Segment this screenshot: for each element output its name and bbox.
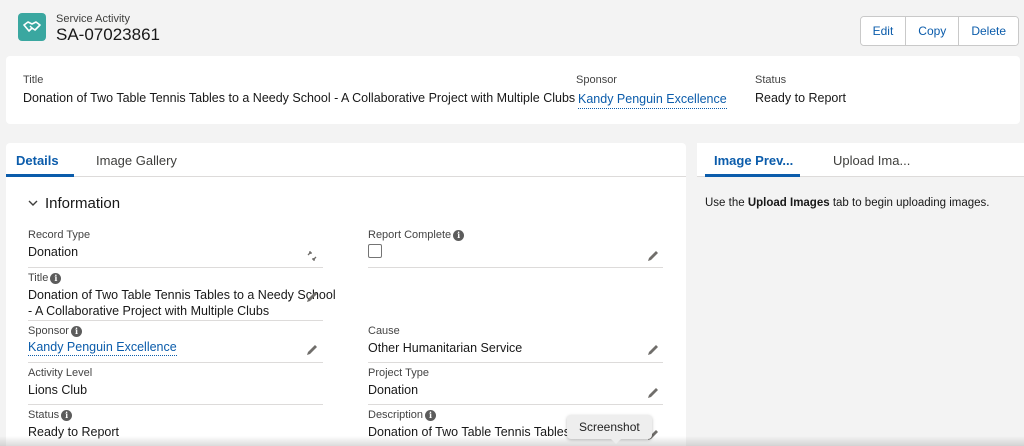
bottom-shadow xyxy=(0,436,1024,446)
highlight-title-label: Title xyxy=(23,74,44,86)
field-activity-level: Activity Level Lions Club xyxy=(28,367,92,398)
field-value: Other Humanitarian Service xyxy=(368,341,523,355)
field-label: Record Type xyxy=(28,229,91,241)
field-label: Status i xyxy=(28,409,119,421)
highlight-status-label: Status xyxy=(755,74,787,86)
details-tabs: Details Image Gallery xyxy=(6,143,686,177)
delete-button[interactable]: Delete xyxy=(959,17,1018,45)
section-title: Information xyxy=(45,195,121,212)
info-icon[interactable]: i xyxy=(50,272,62,284)
highlight-title-value: Donation of Two Table Tennis Tables to a… xyxy=(23,91,576,105)
field-record-type: Record Type Donation xyxy=(28,229,90,260)
tooltip-arrow xyxy=(610,438,622,444)
field-report-complete: Report Complete i xyxy=(368,229,465,258)
tab-image-preview[interactable]: Image Prev... xyxy=(714,153,793,168)
field-title: Title i Donation of Two Table Tennis Tab… xyxy=(28,272,336,319)
info-icon[interactable]: i xyxy=(61,409,73,421)
field-divider xyxy=(368,362,663,363)
hint-suffix: tab to begin uploading images. xyxy=(829,197,990,209)
field-sponsor: Sponsor i Kandy Penguin Excellence xyxy=(28,325,177,356)
screenshot-tooltip: Screenshot xyxy=(567,415,652,439)
field-divider xyxy=(28,267,323,268)
field-divider xyxy=(368,267,663,268)
record-name: SA-07023861 xyxy=(56,25,160,44)
upload-hint: Use the Upload Images tab to begin uploa… xyxy=(705,197,989,209)
change-record-type-icon[interactable] xyxy=(306,250,318,262)
field-label: Project Type xyxy=(368,367,429,379)
section-information-toggle[interactable]: Information xyxy=(28,195,120,212)
tab-details[interactable]: Details xyxy=(16,153,59,168)
field-value-line2: - A Collaborative Project with Multiple … xyxy=(28,304,270,318)
hint-bold: Upload Images xyxy=(747,197,830,209)
edit-pencil-icon[interactable] xyxy=(306,344,318,356)
chevron-down-icon xyxy=(28,200,38,206)
field-label-text: Sponsor xyxy=(28,325,69,337)
active-tab-indicator xyxy=(6,174,74,177)
info-icon[interactable]: i xyxy=(453,229,465,241)
field-divider xyxy=(28,404,323,405)
highlight-sponsor-label: Sponsor xyxy=(576,74,617,86)
edit-pencil-icon[interactable] xyxy=(647,344,659,356)
field-value: Lions Club xyxy=(28,383,88,397)
object-type-label: Service Activity xyxy=(56,13,130,25)
record-actions: Edit Copy Delete xyxy=(859,16,1019,46)
hint-prefix: Use the xyxy=(705,197,748,209)
field-divider xyxy=(28,320,323,321)
report-complete-checkbox[interactable] xyxy=(368,244,382,258)
highlights-panel: Title Donation of Two Table Tennis Table… xyxy=(6,56,1020,124)
field-label: Report Complete i xyxy=(368,229,465,241)
info-icon[interactable]: i xyxy=(425,409,437,421)
tab-image-gallery[interactable]: Image Gallery xyxy=(96,153,177,168)
field-label-text: Report Complete xyxy=(368,229,452,241)
tab-upload-images[interactable]: Upload Ima... xyxy=(833,153,910,168)
field-label: Description i xyxy=(368,409,594,421)
record-header: Service Activity SA-07023861 Edit Copy D… xyxy=(0,0,1024,56)
edit-pencil-icon[interactable] xyxy=(647,250,659,262)
field-label: Title i xyxy=(28,272,336,284)
field-value: Donation xyxy=(28,245,79,259)
details-card: Details Image Gallery Information Record… xyxy=(6,143,686,446)
field-label: Activity Level xyxy=(28,367,93,379)
field-value: Donation xyxy=(368,383,419,397)
field-label-text: Status xyxy=(28,409,60,421)
edit-pencil-icon[interactable] xyxy=(647,387,659,399)
field-value-line1: Donation of Two Table Tennis Tables to a… xyxy=(28,288,336,302)
sponsor-link[interactable]: Kandy Penguin Excellence xyxy=(28,340,177,356)
image-side-panel: Image Prev... Upload Ima... Use the Uplo… xyxy=(697,143,1024,446)
field-label: Cause xyxy=(368,325,400,337)
field-label: Sponsor i xyxy=(28,325,177,337)
field-divider xyxy=(28,362,323,363)
highlight-sponsor-link[interactable]: Kandy Penguin Excellence xyxy=(578,92,727,109)
edit-pencil-icon[interactable] xyxy=(306,291,318,303)
field-divider xyxy=(368,404,663,405)
handshake-icon xyxy=(18,13,46,41)
field-label-text: Title xyxy=(28,272,49,284)
field-label-text: Description xyxy=(368,409,424,421)
edit-button[interactable]: Edit xyxy=(860,17,907,45)
info-icon[interactable]: i xyxy=(70,325,82,337)
active-tab-indicator xyxy=(705,174,800,177)
image-tabs: Image Prev... Upload Ima... xyxy=(697,143,1024,177)
field-cause: Cause Other Humanitarian Service xyxy=(368,325,522,356)
highlight-status-value: Ready to Report xyxy=(755,91,847,105)
field-project-type: Project Type Donation xyxy=(368,367,429,398)
copy-button[interactable]: Copy xyxy=(906,17,960,45)
